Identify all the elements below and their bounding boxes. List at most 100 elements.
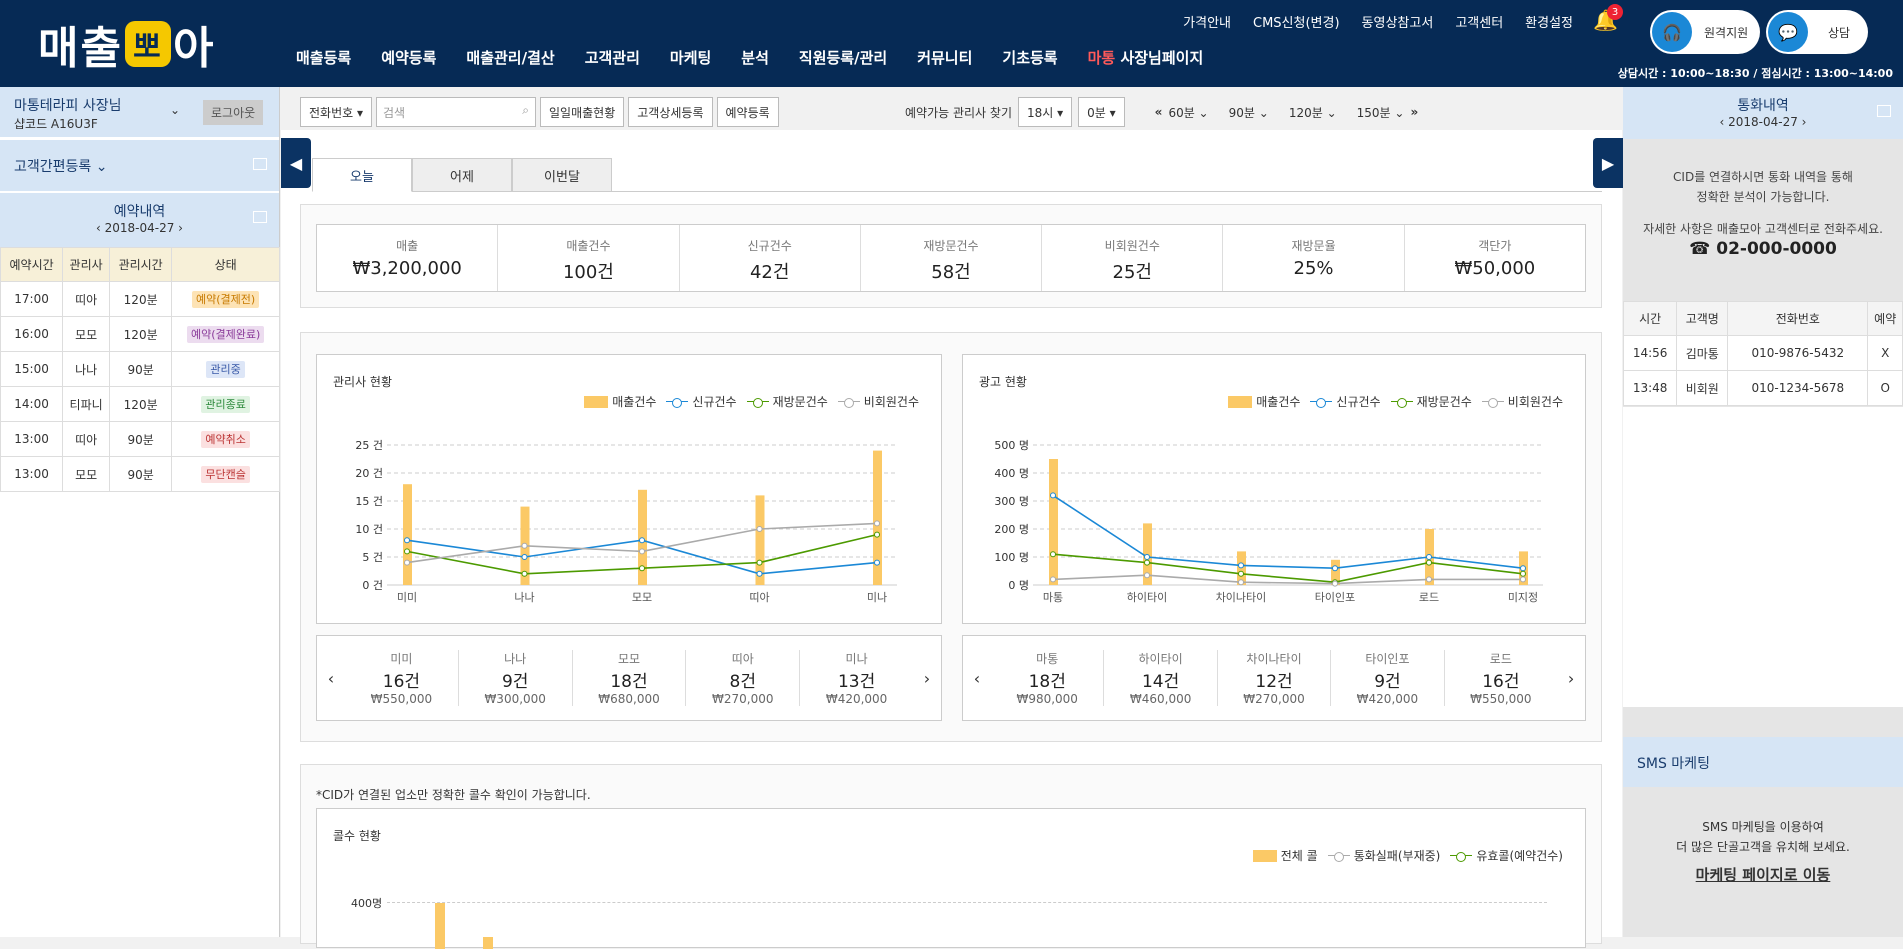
point-mark <box>756 559 763 566</box>
dur-150[interactable]: 150분 ⌄ <box>1357 104 1405 121</box>
menu-settings[interactable]: 환경설정 <box>1525 12 1573 31</box>
reserve-date[interactable]: ‹ 2018-04-27 › <box>0 221 279 235</box>
table-row[interactable]: 13:00 띠아 90분 예약취소 <box>0 421 280 457</box>
card-count: 18건 <box>1028 672 1066 692</box>
nav-analysis[interactable]: 분석 <box>741 47 769 68</box>
point-mark <box>521 542 528 549</box>
point-mark <box>874 520 880 527</box>
menu-support[interactable]: 고객센터 <box>1455 12 1503 31</box>
card-name: 타이인포 <box>1365 652 1410 666</box>
manager-chart-svg: 0 건 5 건 10 건 15 건 20 건 25 건미미 나나 모모 띠아 미나 <box>355 439 897 604</box>
table-cell: 띠아 <box>62 421 111 457</box>
collapse-right-icon[interactable]: ▶ <box>1593 138 1623 188</box>
minute-select[interactable]: 0분 ▾ <box>1078 97 1125 127</box>
chevron-left-icon[interactable]: ‹ <box>963 669 991 688</box>
call-bar <box>435 903 445 949</box>
series-line <box>1052 553 1524 584</box>
nav-reserve[interactable]: 예약등록 <box>381 47 436 68</box>
daily-sales-button[interactable]: 일일매출현황 <box>540 97 625 127</box>
nav-community[interactable]: 커뮤니티 <box>917 47 972 68</box>
call-date[interactable]: ‹ 2018-04-27 › <box>1623 115 1903 129</box>
window-icon[interactable] <box>1877 105 1891 117</box>
remote-support-button[interactable]: 🎧 원격지원 <box>1650 10 1760 54</box>
bell-icon[interactable]: 🔔 3 <box>1593 4 1623 32</box>
y-tick-label: 300 명 <box>994 495 1029 508</box>
toolbar: 전화번호 ▾ 검색 ⌕ 일일매출현황 고객상세등록 예약등록 <box>300 97 779 127</box>
kpi-value: ₩3,200,000 <box>352 258 462 279</box>
nav-basic[interactable]: 기초등록 <box>1002 47 1057 68</box>
cid-text: 정확한 분석이 가능합니다. <box>1696 190 1830 204</box>
kpi-label: 객단가 <box>1478 239 1512 253</box>
chevron-down-icon[interactable]: ⌄ <box>170 103 180 117</box>
call-history-title: 통화내역 <box>1737 98 1789 114</box>
nav-staff[interactable]: 직원등록/관리 <box>799 47 887 68</box>
dur-60[interactable]: 60분 ⌄ <box>1168 104 1208 121</box>
card-amount: ₩420,000 <box>825 692 888 706</box>
y-tick-label: 500 명 <box>994 439 1029 452</box>
table-cell: 010-9876-5432 <box>1727 335 1869 371</box>
dur-120[interactable]: 120분 ⌄ <box>1289 104 1337 121</box>
find-label: 예약가능 관리사 찾기 <box>905 105 1012 120</box>
point-mark <box>1238 579 1244 586</box>
status-badge: 예약취소 <box>201 431 250 448</box>
col-status: 상태 <box>171 247 280 282</box>
logout-button[interactable]: 로그아웃 <box>203 100 264 125</box>
menu-cms[interactable]: CMS신청(변경) <box>1253 12 1340 31</box>
table-row[interactable]: 16:00 모모 120분 예약(결제완료) <box>0 316 280 352</box>
search-type-select[interactable]: 전화번호 ▾ <box>300 97 372 127</box>
col-reserve: 예약 <box>1867 301 1903 336</box>
summary-card: 미나 13건 ₩420,000 <box>800 650 913 706</box>
table-row[interactable]: 14:56 김마통 010-9876-5432 X <box>1622 335 1903 371</box>
customer-detail-button[interactable]: 고객상세등록 <box>628 97 713 127</box>
nav-customers[interactable]: 고객관리 <box>585 47 640 68</box>
nav-owner-page[interactable]: 마통 사장님페이지 <box>1088 47 1204 68</box>
nav-sales-reg[interactable]: 매출등록 <box>296 47 351 68</box>
chevron-right-icon[interactable]: › <box>913 669 941 688</box>
chevron-right-icon[interactable]: › <box>1557 669 1585 688</box>
prev-icon[interactable]: « <box>1155 105 1163 119</box>
quick-register[interactable]: 고객간편등록 ⌄ <box>0 139 279 191</box>
chart-title: 콜수 현황 <box>333 829 381 843</box>
nav-marketing[interactable]: 마케팅 <box>670 47 711 68</box>
summary-card: 차이나타이 12건 ₩270,000 <box>1218 650 1332 706</box>
status-cell: 예약취소 <box>171 421 280 457</box>
left-sidebar: 마통테라피 사장님 샵코드 A16U3F ⌄ 로그아웃 고객간편등록 ⌄ 예약내… <box>0 87 280 937</box>
dur-90[interactable]: 90분 ⌄ <box>1229 104 1269 121</box>
card-amount: ₩980,000 <box>1016 692 1078 706</box>
nav-sales-mgmt[interactable]: 매출관리/결산 <box>466 47 554 68</box>
card-count: 12건 <box>1255 672 1293 692</box>
reserve-button[interactable]: 예약등록 <box>716 97 779 127</box>
card-amount: ₩300,000 <box>484 692 546 706</box>
call-chart: 콜수 현황 전체 콜 통화실패(부재중) 유효콜(예약건수) 400명 <box>316 808 1586 949</box>
tab-month[interactable]: 이번달 <box>512 158 612 192</box>
hour-select[interactable]: 18시 ▾ <box>1018 97 1073 127</box>
table-row[interactable]: 13:48 비회원 010-1234-5678 O <box>1622 370 1903 406</box>
menu-video[interactable]: 동영상참고서 <box>1362 12 1434 31</box>
tab-yesterday[interactable]: 어제 <box>412 158 512 192</box>
table-cell: 90분 <box>109 456 173 492</box>
chevron-left-icon[interactable]: ‹ <box>317 669 345 688</box>
tab-today[interactable]: 오늘 <box>312 158 412 192</box>
marketing-link[interactable]: 마케팅 페이지로 이동 <box>1623 865 1903 885</box>
support-phone: ☎ 02-000-0000 <box>1689 239 1837 259</box>
status-cell: 무단캔슬 <box>171 456 280 492</box>
collapse-left-icon[interactable]: ◀ <box>281 138 311 188</box>
table-row[interactable]: 15:00 나나 90분 관리중 <box>0 351 280 387</box>
card-name: 미나 <box>845 652 868 666</box>
consult-button[interactable]: 💬 상담 <box>1766 10 1868 54</box>
x-tick-label: 로드 <box>1419 591 1439 604</box>
window-icon[interactable] <box>253 211 267 223</box>
search-input[interactable]: 검색 ⌕ <box>376 97 536 127</box>
menu-price[interactable]: 가격안내 <box>1183 12 1231 31</box>
table-row[interactable]: 17:00 띠아 120분 예약(결제전) <box>0 281 280 317</box>
table-row[interactable]: 14:00 티파니 120분 관리종료 <box>0 386 280 422</box>
search-icon[interactable]: ⌕ <box>522 103 529 118</box>
table-row[interactable]: 13:00 모모 90분 무단캔슬 <box>0 456 280 492</box>
card-count: 16건 <box>382 672 421 692</box>
point-mark <box>639 537 645 544</box>
point-mark <box>1238 570 1244 577</box>
y-tick-label: 15 건 <box>355 495 383 508</box>
next-icon[interactable]: » <box>1410 105 1418 119</box>
logo[interactable]: 매출 뽀 아 <box>38 12 215 76</box>
window-icon[interactable] <box>253 158 267 170</box>
